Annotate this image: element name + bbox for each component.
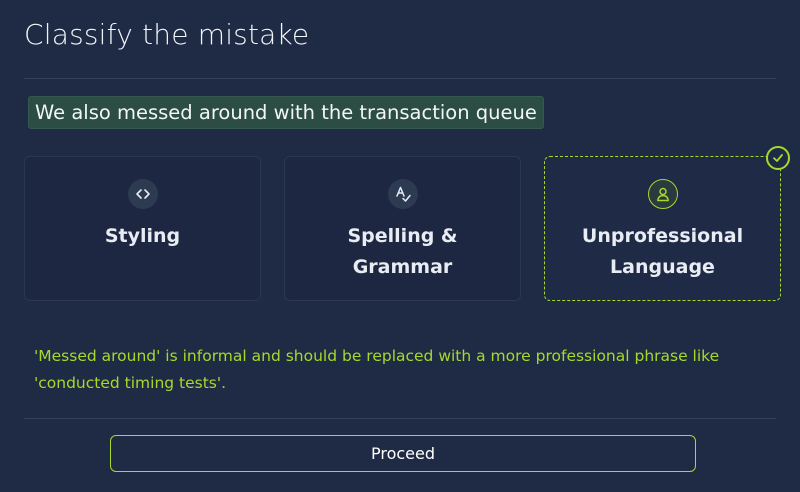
sentence-highlight: We also messed around with the transacti…	[28, 96, 544, 129]
proceed-button[interactable]: Proceed	[110, 435, 696, 472]
footer-divider	[24, 418, 776, 419]
option-card-styling[interactable]: Styling	[24, 156, 261, 301]
selected-check-icon	[766, 146, 790, 170]
option-card-unprofessional-language[interactable]: Unprofessional Language	[544, 156, 781, 301]
spellcheck-icon	[387, 179, 418, 209]
option-label: Styling	[104, 225, 181, 247]
option-label: Spelling & Grammar	[347, 225, 458, 278]
code-brackets-icon	[127, 179, 158, 209]
page-title: Classify the mistake	[24, 18, 310, 51]
option-label-line-2: Language	[610, 256, 715, 278]
header-divider	[24, 78, 776, 79]
option-label: Unprofessional Language	[555, 221, 770, 283]
option-label-line-1: Unprofessional	[581, 225, 744, 247]
user-icon	[647, 179, 678, 209]
option-card-spelling-grammar[interactable]: Spelling & Grammar	[284, 156, 521, 301]
feedback-message: 'Messed around' is informal and should b…	[34, 347, 720, 392]
